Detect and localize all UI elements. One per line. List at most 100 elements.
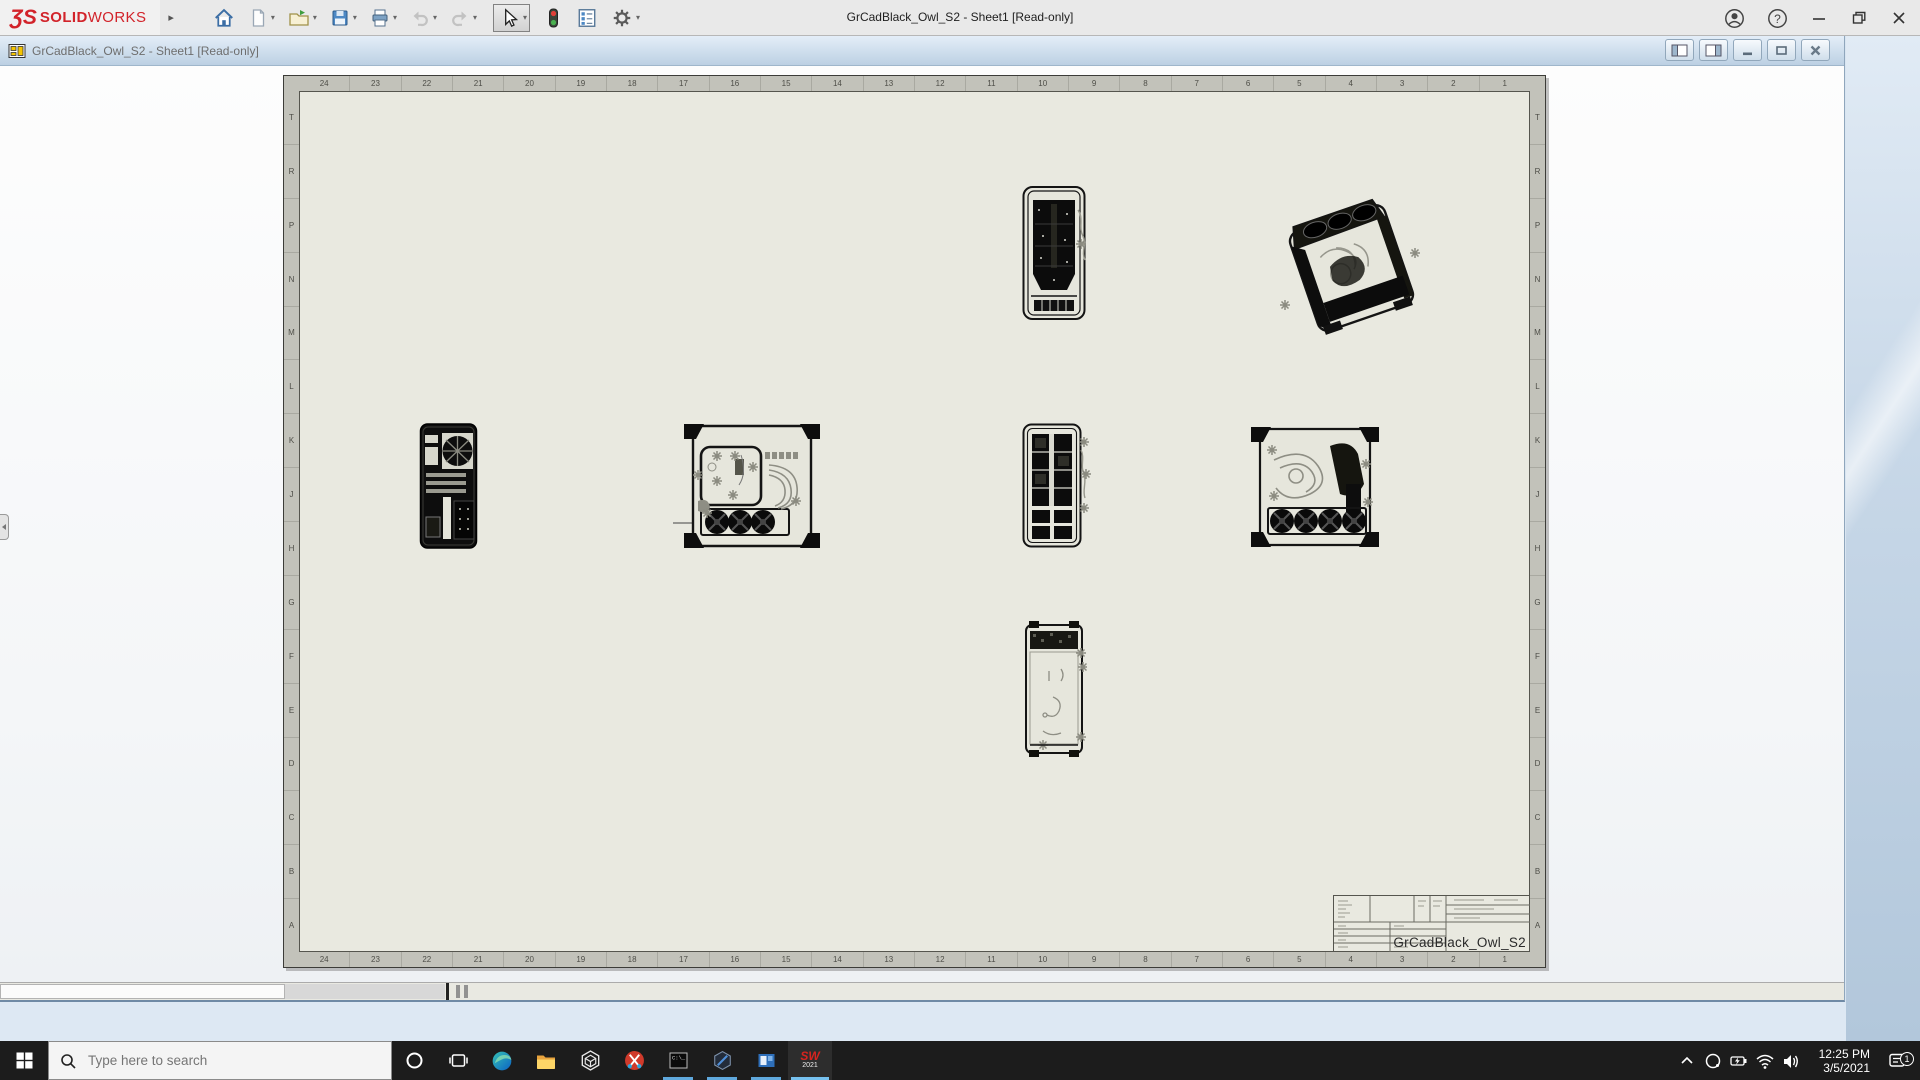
minimize-icon[interactable] — [1810, 9, 1828, 27]
sheet-zone-rows-right: TRPNMLKJHGFEDCBA — [1530, 91, 1545, 952]
solidworks-2021-icon: SW2021 — [800, 1051, 819, 1071]
help-icon[interactable]: ? — [1767, 8, 1788, 29]
3d-viewer-icon — [580, 1050, 601, 1071]
print-icon — [370, 8, 390, 28]
drawing-view-side-left[interactable] — [671, 415, 825, 557]
scrollbar-track[interactable] — [285, 984, 445, 999]
volume-button[interactable] — [1778, 1051, 1804, 1071]
scrollbar-thumb[interactable] — [0, 984, 285, 999]
document-title: GrCadBlack_Owl_S2 - Sheet1 [Read-only] — [32, 44, 259, 58]
file-explorer-button[interactable] — [524, 1041, 568, 1080]
home-button[interactable] — [213, 7, 235, 29]
cortana-icon — [405, 1051, 424, 1070]
document-close-button[interactable] — [1801, 39, 1830, 61]
chevron-up-icon — [1678, 1052, 1696, 1070]
undo-button[interactable]: ▾ — [410, 8, 437, 28]
drawing-view-front-top[interactable] — [1021, 184, 1087, 322]
close-icon[interactable] — [1890, 9, 1908, 27]
brand-expand-icon[interactable]: ▸ — [168, 11, 174, 24]
taskbar-search[interactable] — [48, 1041, 392, 1080]
search-input[interactable] — [86, 1052, 346, 1069]
solidworks-2021-button[interactable]: SW2021 — [788, 1041, 832, 1080]
split-pane-left-icon — [1671, 44, 1688, 57]
drawing-view-rear[interactable] — [418, 421, 480, 551]
pane-splitter-handle[interactable] — [456, 985, 472, 998]
blue-window-app-button[interactable] — [744, 1041, 788, 1080]
document-minimize-button[interactable] — [1733, 39, 1762, 61]
battery-charging-icon — [1729, 1051, 1749, 1071]
new-document-icon — [248, 8, 268, 28]
taskbar-clock[interactable]: 12:25 PM 3/5/2021 — [1804, 1047, 1874, 1075]
notification-badge: 1 — [1900, 1052, 1914, 1066]
tray-app-button[interactable] — [1700, 1052, 1726, 1070]
rebuild-traffic-light-icon — [543, 7, 563, 29]
file-explorer-icon — [535, 1051, 557, 1071]
solidworks-logo: ƷS SOLID WORKS — [0, 0, 160, 35]
quick-access-toolbar: ▾ ▾ ▾ — [200, 0, 640, 35]
task-view-button[interactable] — [436, 1041, 480, 1080]
speaker-icon — [1781, 1051, 1801, 1071]
drawing-view-front[interactable] — [1021, 422, 1091, 550]
select-tool-button[interactable]: ▾ — [493, 4, 530, 32]
tray-chevron-button[interactable] — [1674, 1052, 1700, 1070]
search-icon — [59, 1052, 77, 1070]
taskbar: C:\_ SW2021 — [0, 1041, 1920, 1080]
rebuild-button[interactable] — [543, 7, 563, 29]
drawing-view-bottom[interactable] — [1023, 619, 1087, 759]
window-bottom-area — [0, 1002, 1846, 1041]
open-button[interactable]: ▾ — [288, 8, 317, 28]
command-prompt-icon: C:\_ — [668, 1050, 689, 1071]
split-pane-left-button[interactable] — [1665, 39, 1694, 61]
app-titlebar: ƷS SOLID WORKS ▸ ▾ — [0, 0, 1920, 36]
save-icon — [330, 8, 350, 28]
options-button[interactable]: ▾ — [611, 7, 640, 29]
hexagon-app-button[interactable] — [700, 1041, 744, 1080]
home-icon — [213, 7, 235, 29]
document-restore-button[interactable] — [1767, 39, 1796, 61]
undo-icon — [410, 8, 430, 28]
panel-collapse-tab[interactable] — [0, 514, 9, 540]
document-close-icon — [1808, 44, 1823, 57]
split-pane-right-icon — [1705, 44, 1722, 57]
hexagon-app-icon — [712, 1050, 733, 1071]
clock-time: 12:25 PM — [1804, 1047, 1870, 1061]
drawing-sheet[interactable]: 242322212019181716151413121110987654321 … — [283, 75, 1546, 968]
snip-app-button[interactable] — [612, 1041, 656, 1080]
pane-divider — [446, 983, 449, 1000]
notification-center-button[interactable]: 1 — [1874, 1051, 1920, 1071]
sheet-zone-rows-left: TRPNMLKJHGFEDCBA — [284, 91, 299, 952]
system-tray: 12:25 PM 3/5/2021 1 — [1674, 1041, 1920, 1080]
cortana-button[interactable] — [392, 1041, 436, 1080]
svg-text:?: ? — [1774, 11, 1781, 25]
save-button[interactable]: ▾ — [330, 8, 357, 28]
3d-viewer-button[interactable] — [568, 1041, 612, 1080]
display-settings-icon — [576, 7, 598, 29]
edge-button[interactable] — [480, 1041, 524, 1080]
drawing-document-icon — [8, 43, 26, 59]
wifi-button[interactable] — [1752, 1051, 1778, 1071]
screen: ƷS SOLID WORKS ▸ ▾ — [0, 0, 1920, 1080]
restore-icon[interactable] — [1850, 9, 1868, 27]
task-pane-area — [1846, 36, 1920, 1041]
display-settings-button[interactable] — [576, 7, 598, 29]
gear-icon — [611, 7, 633, 29]
command-prompt-button[interactable]: C:\_ — [656, 1041, 700, 1080]
title-block[interactable]: GrCadBlack_Owl_S2 — [1333, 895, 1529, 951]
drawing-view-side-right[interactable] — [1244, 420, 1384, 554]
drawing-viewport[interactable]: 242322212019181716151413121110987654321 … — [0, 66, 1844, 982]
horizontal-scrollbar[interactable] — [0, 982, 1844, 1000]
tray-circle-icon — [1704, 1052, 1722, 1070]
redo-button[interactable]: ▾ — [450, 8, 477, 28]
print-button[interactable]: ▾ — [370, 8, 397, 28]
edge-icon — [491, 1050, 513, 1072]
window-controls: ? — [1724, 0, 1908, 36]
drawing-view-isometric[interactable] — [1273, 187, 1423, 347]
sheet-zone-columns-bottom: 242322212019181716151413121110987654321 — [299, 952, 1530, 967]
new-document-button[interactable]: ▾ — [248, 8, 275, 28]
battery-button[interactable] — [1726, 1051, 1752, 1071]
split-pane-right-button[interactable] — [1699, 39, 1728, 61]
start-button[interactable] — [0, 1041, 48, 1080]
account-icon[interactable] — [1724, 8, 1745, 29]
wifi-icon — [1755, 1051, 1775, 1071]
sheet-drawing-area[interactable]: GrCadBlack_Owl_S2 — [299, 91, 1530, 952]
